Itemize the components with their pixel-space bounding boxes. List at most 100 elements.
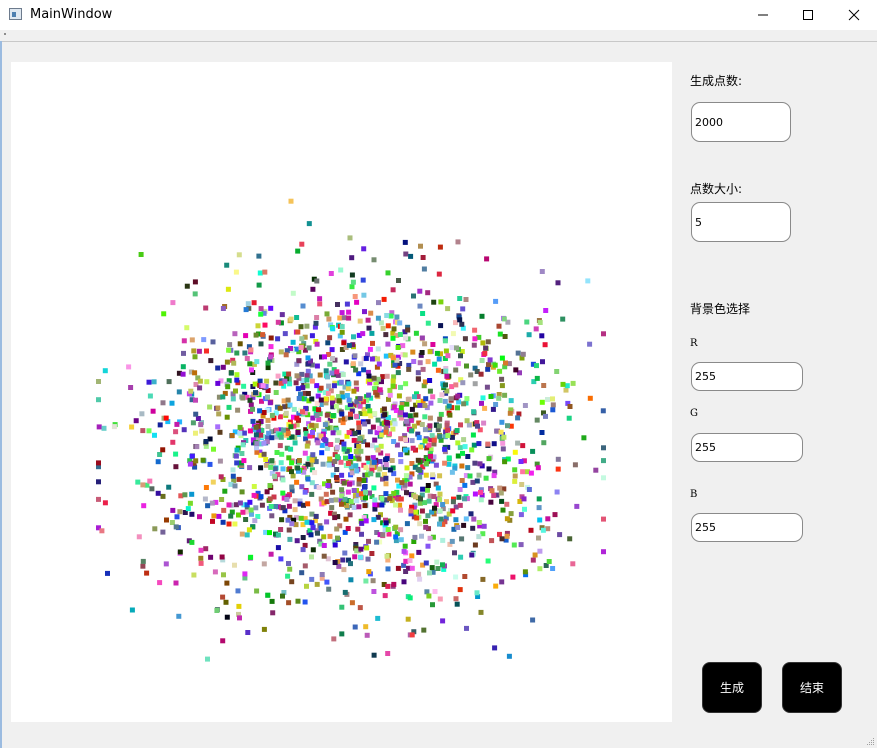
random-point: [530, 617, 536, 623]
random-point: [253, 390, 258, 396]
random-point: [234, 447, 240, 453]
random-point: [338, 459, 344, 465]
random-point: [415, 467, 421, 472]
random-point: [253, 505, 259, 511]
random-point: [355, 526, 361, 532]
random-point: [500, 440, 506, 446]
random-point: [249, 511, 254, 517]
random-point: [409, 632, 415, 638]
random-point: [600, 408, 606, 414]
random-point: [480, 395, 486, 401]
random-point: [445, 427, 451, 433]
random-point: [152, 526, 158, 532]
random-point: [284, 497, 290, 502]
random-point: [200, 457, 206, 463]
maximize-button[interactable]: [785, 0, 831, 30]
random-point: [250, 418, 256, 424]
random-point: [396, 278, 401, 283]
random-point: [500, 507, 506, 513]
random-point: [339, 631, 345, 637]
random-point: [295, 386, 301, 392]
random-point: [530, 448, 536, 454]
random-point: [363, 578, 369, 584]
random-point: [166, 484, 172, 490]
random-point: [342, 496, 348, 502]
end-button[interactable]: 结束: [782, 662, 842, 713]
random-point: [430, 394, 436, 400]
random-point: [409, 565, 415, 571]
random-point: [249, 367, 254, 373]
random-point: [570, 561, 576, 567]
random-point: [357, 403, 363, 409]
random-point: [497, 531, 502, 537]
random-point: [157, 452, 163, 457]
random-point: [233, 269, 239, 275]
random-point: [398, 507, 403, 513]
random-point: [330, 489, 336, 495]
random-point: [192, 291, 198, 297]
random-point: [294, 315, 300, 320]
random-point: [349, 272, 355, 278]
random-point: [585, 278, 591, 284]
random-point: [490, 406, 496, 412]
random-point: [265, 424, 271, 429]
random-point: [326, 586, 332, 592]
random-point: [208, 554, 214, 560]
random-point: [220, 306, 226, 311]
random-point: [398, 436, 404, 442]
random-point: [337, 315, 343, 321]
random-point: [425, 513, 431, 519]
point-size-input[interactable]: [691, 202, 791, 242]
random-point: [574, 503, 580, 509]
random-point: [330, 430, 336, 436]
random-point: [280, 427, 286, 433]
random-point: [254, 588, 260, 594]
random-point: [479, 313, 485, 319]
random-point: [375, 447, 381, 453]
b-input[interactable]: [691, 513, 803, 542]
g-input[interactable]: [691, 433, 803, 462]
random-point: [304, 519, 310, 525]
random-point: [398, 384, 403, 390]
random-point: [163, 561, 169, 567]
r-input[interactable]: [691, 362, 803, 391]
random-point: [390, 355, 396, 361]
random-point: [351, 488, 357, 493]
random-point: [411, 293, 416, 299]
random-point: [560, 381, 566, 387]
random-point: [372, 497, 378, 503]
minimize-button[interactable]: [740, 0, 786, 30]
point-count-input[interactable]: [691, 102, 791, 142]
random-point: [417, 576, 423, 582]
random-point: [253, 332, 259, 338]
random-point: [332, 542, 338, 548]
random-point: [412, 394, 417, 400]
random-point: [403, 335, 409, 341]
generate-button[interactable]: 生成: [702, 662, 762, 713]
random-point: [176, 389, 182, 395]
random-point: [430, 342, 436, 347]
random-point: [460, 380, 466, 386]
random-point: [453, 517, 459, 523]
random-point: [601, 458, 606, 464]
random-point: [313, 423, 319, 429]
close-button[interactable]: [831, 0, 877, 30]
random-point: [416, 571, 422, 577]
random-point: [280, 466, 286, 472]
random-point: [269, 435, 275, 441]
random-point: [296, 458, 302, 463]
resize-grip-icon[interactable]: [867, 738, 875, 746]
random-point: [338, 379, 344, 385]
random-point: [102, 500, 108, 506]
random-point: [382, 412, 388, 418]
random-point: [403, 569, 409, 574]
random-point: [189, 539, 195, 545]
points-scatter: [96, 198, 606, 662]
random-point: [105, 570, 110, 576]
random-point: [474, 590, 480, 596]
random-point: [241, 430, 247, 436]
random-point: [437, 508, 443, 514]
random-point: [304, 377, 310, 383]
random-point: [283, 410, 289, 416]
drawing-canvas[interactable]: [11, 62, 672, 722]
